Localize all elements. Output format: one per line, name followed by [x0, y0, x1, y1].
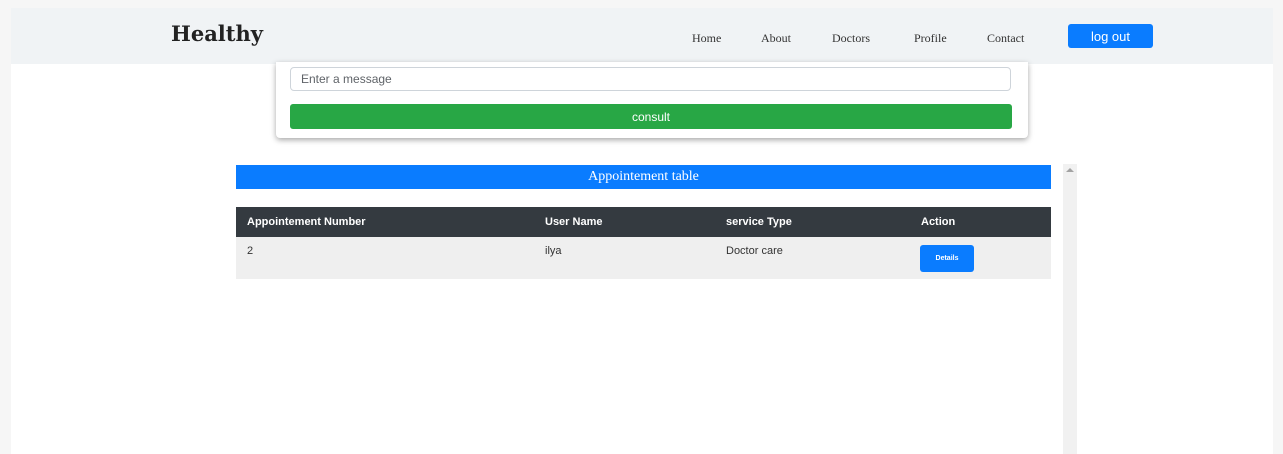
cell-service-type: Doctor care [715, 237, 910, 279]
nav-link-profile[interactable]: Profile [914, 31, 947, 46]
page: Healthy Home About Doctors Profile Conta… [11, 8, 1273, 454]
nav-link-doctors[interactable]: Doctors [832, 31, 870, 46]
cell-action: Details [910, 237, 1051, 279]
scrollbar[interactable] [1063, 164, 1077, 454]
consult-button[interactable]: consult [290, 104, 1012, 129]
cell-user-name: ilya [534, 237, 715, 279]
appointment-table-title: Appointement table [236, 165, 1051, 189]
brand-logo[interactable]: Healthy [171, 21, 263, 46]
column-header-action: Action [910, 207, 1051, 237]
column-header-service-type: service Type [715, 207, 910, 237]
table-row: 2 ilya Doctor care Details [236, 237, 1051, 279]
details-button[interactable]: Details [920, 245, 974, 272]
column-header-appointment-number: Appointement Number [236, 207, 534, 237]
appointment-table: Appointement Number User Name service Ty… [236, 207, 1051, 279]
nav-link-home[interactable]: Home [692, 31, 721, 46]
consult-card: consult [276, 62, 1028, 138]
logout-button[interactable]: log out [1068, 24, 1153, 48]
navbar: Healthy Home About Doctors Profile Conta… [11, 8, 1273, 64]
message-input[interactable] [290, 67, 1011, 91]
table-header-row: Appointement Number User Name service Ty… [236, 207, 1051, 237]
scroll-up-arrow-icon[interactable] [1066, 168, 1074, 172]
nav-link-contact[interactable]: Contact [987, 31, 1024, 46]
cell-appointment-number: 2 [236, 237, 534, 279]
nav-link-about[interactable]: About [761, 31, 791, 46]
column-header-user-name: User Name [534, 207, 715, 237]
